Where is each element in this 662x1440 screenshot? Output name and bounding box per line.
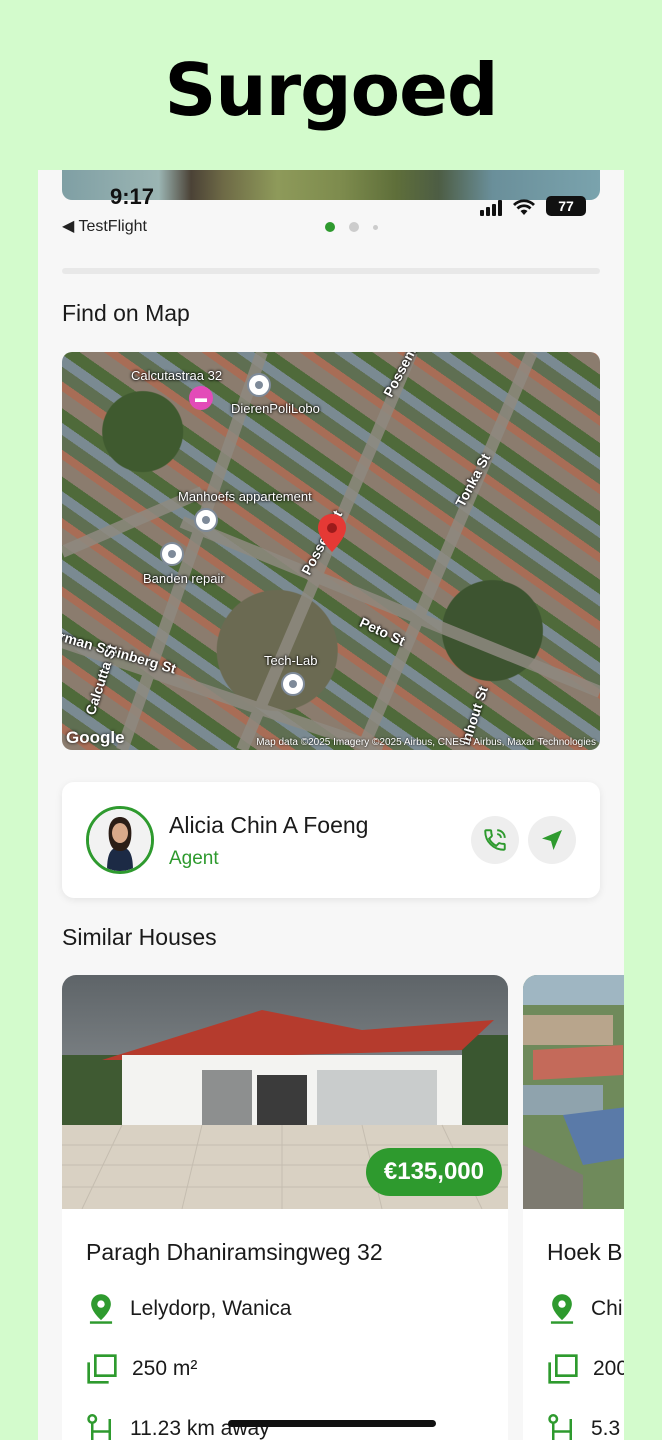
- map-place-label: Calcutastraa 32: [131, 368, 223, 383]
- map-place-label: DierenPoliLobo: [231, 401, 320, 416]
- hotel-marker-icon[interactable]: ▬: [189, 386, 213, 410]
- house-area: 250 m²: [132, 1357, 198, 1380]
- gallery-pagination[interactable]: [325, 222, 378, 232]
- area-icon: [87, 1354, 117, 1384]
- navigate-button[interactable]: [528, 816, 576, 864]
- map-place-label: Manhoefs appartement: [178, 489, 312, 504]
- price-badge: €135,000: [365, 1148, 502, 1196]
- divider: [62, 268, 600, 274]
- page-dot[interactable]: [349, 222, 359, 232]
- similar-houses-title: Similar Houses: [62, 924, 217, 950]
- place-marker-icon[interactable]: [160, 542, 184, 566]
- agent-role: Agent: [169, 848, 219, 869]
- house-distance: 5.3: [591, 1417, 621, 1440]
- route-icon: [87, 1414, 111, 1440]
- route-icon: [548, 1414, 572, 1440]
- place-marker-icon[interactable]: [247, 373, 271, 397]
- house-location: Lelydorp, Wanica: [130, 1297, 292, 1320]
- place-marker-icon[interactable]: [281, 672, 305, 696]
- agent-photo: [89, 809, 151, 871]
- house-location: Chi: [591, 1297, 623, 1320]
- home-indicator[interactable]: [228, 1420, 436, 1427]
- google-logo: Google: [66, 728, 125, 747]
- house-area: 200: [593, 1357, 624, 1380]
- page-dot[interactable]: [325, 222, 335, 232]
- agent-name: Alicia Chin A Foeng: [169, 812, 369, 838]
- navigation-arrow-icon: [542, 830, 562, 850]
- page-dot[interactable]: [373, 224, 378, 230]
- house-photo: [523, 975, 624, 1209]
- location-pin-icon: [550, 1294, 574, 1324]
- phone-icon: [484, 829, 506, 851]
- house-name: Hoek B: [547, 1239, 623, 1265]
- house-name: Paragh Dhaniramsingweg 32: [86, 1239, 383, 1265]
- map-place-label: Tech-Lab: [264, 653, 318, 668]
- battery-icon: 77: [546, 196, 586, 216]
- wifi-icon: [513, 199, 535, 215]
- location-map[interactable]: ▬ Calcutastraa 32 DierenPoliLobo Manhoef…: [62, 352, 600, 750]
- call-button[interactable]: [471, 816, 519, 864]
- area-icon: [548, 1354, 578, 1384]
- status-time: 9:17: [110, 184, 155, 209]
- agent-avatar: [86, 806, 154, 874]
- signal-icon: [480, 200, 502, 216]
- map-attribution[interactable]: Map data ©2025 Imagery ©2025 Airbus, CNE…: [256, 737, 596, 748]
- brand-title: Surgoed: [164, 48, 499, 132]
- map-place-label: Banden repair: [143, 571, 225, 586]
- status-bar: 9:17 ◀ TestFlight 77: [62, 180, 600, 235]
- house-card[interactable]: Hoek B Chi 200 5.3: [523, 975, 624, 1440]
- location-pin-icon: [89, 1294, 113, 1324]
- map-section-title: Find on Map: [62, 300, 190, 326]
- place-marker-icon[interactable]: [194, 508, 218, 532]
- house-card[interactable]: €135,000 Paragh Dhaniramsingweg 32 Lelyd…: [62, 975, 508, 1440]
- selected-location-pin-icon[interactable]: [318, 514, 346, 552]
- app-screen: 9:17 ◀ TestFlight 77 Find on Map ▬ Calcu…: [38, 170, 624, 1440]
- agent-card[interactable]: Alicia Chin A Foeng Agent: [62, 782, 600, 898]
- back-to-testflight[interactable]: ◀ TestFlight: [62, 216, 147, 236]
